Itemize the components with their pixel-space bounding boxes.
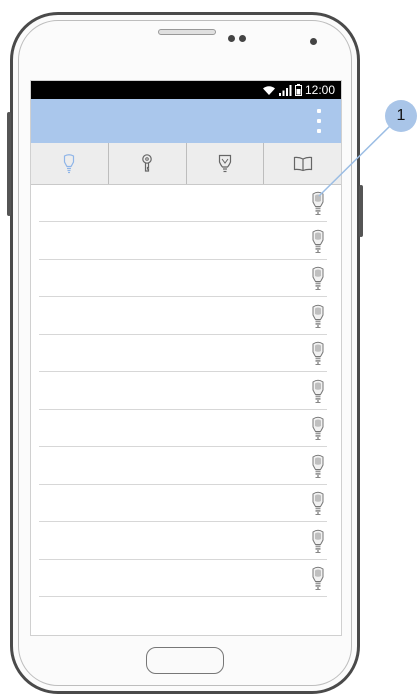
callout-leader-line [318,123,393,197]
callout-badge: 1 [385,100,417,132]
